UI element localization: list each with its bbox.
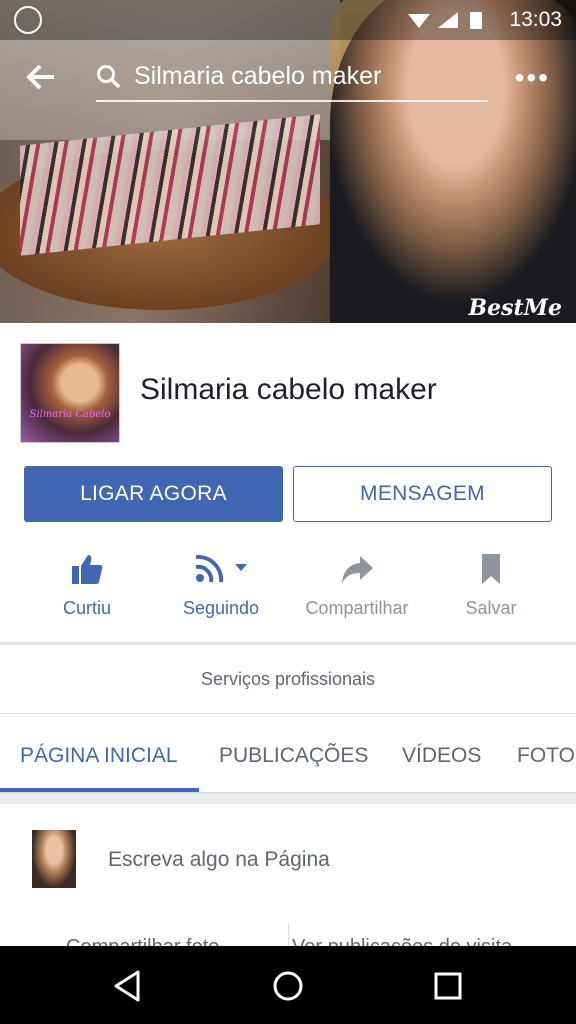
search-query: Silmaria cabelo maker (134, 62, 382, 90)
page-category: Serviços profissionais (0, 645, 576, 714)
bookmark-icon (482, 554, 500, 584)
message-button[interactable]: MENSAGEM (293, 466, 552, 522)
status-time: 13:03 (509, 8, 562, 31)
search-field[interactable]: Silmaria cabelo maker (96, 54, 488, 102)
post-composer[interactable]: Escreva algo na Página (0, 804, 576, 915)
cover-watermark: BestMe (468, 295, 563, 321)
profile-picture-caption: Silmaria Cabelo (29, 409, 111, 420)
tab-videos[interactable]: VÍDEOS (402, 744, 481, 768)
status-bar: 13:03 (0, 0, 576, 40)
message-label: MENSAGEM (360, 482, 485, 505)
save-label: Salvar (465, 598, 517, 618)
user-avatar (32, 830, 76, 888)
tab-home[interactable]: PÁGINA INICIAL (20, 744, 178, 768)
cell-signal-icon (438, 12, 458, 28)
profile-picture[interactable]: Silmaria Cabelo (20, 343, 120, 443)
back-button[interactable] (24, 60, 64, 94)
following-label: Seguindo (182, 598, 260, 618)
page-tabs: PÁGINA INICIAL PUBLICAÇÕES VÍDEOS FOTOS (0, 714, 576, 792)
system-nav-bar (0, 946, 576, 1024)
share-icon (342, 556, 373, 583)
back-arrow-icon (26, 64, 54, 90)
page-title: Silmaria cabelo maker (140, 373, 437, 406)
page-header: Silmaria Cabelo Silmaria cabelo maker LI… (0, 323, 576, 644)
save-action[interactable]: Salvar (419, 550, 563, 642)
more-options-icon[interactable]: ••• (515, 62, 550, 94)
tab-posts[interactable]: PUBLICAÇÕES (219, 744, 368, 768)
call-now-label: LIGAR AGORA (80, 482, 227, 505)
like-label: Curtiu (62, 598, 111, 618)
rss-icon (195, 554, 247, 583)
share-action[interactable]: Compartilhar (285, 550, 429, 642)
like-action[interactable]: Curtiu (15, 550, 159, 642)
back-nav-icon[interactable] (108, 966, 148, 1006)
category-text: Serviços profissionais (200, 669, 376, 689)
signal-icons (408, 12, 482, 29)
call-now-button[interactable]: LIGAR AGORA (24, 466, 283, 522)
action-row: Curtiu Seguindo Compartilhar Salvar (0, 550, 576, 642)
following-action[interactable]: Seguindo (149, 550, 293, 642)
composer-prompt[interactable]: Escreva algo na Página (108, 848, 330, 872)
tab-photos[interactable]: FOTOS (517, 744, 576, 768)
app-notification-icon (14, 6, 42, 34)
header-divider (0, 642, 576, 644)
battery-icon (470, 12, 482, 29)
wifi-icon (408, 14, 430, 28)
thumbs-up-icon (72, 555, 103, 584)
share-label: Compartilhar (305, 598, 409, 618)
home-nav-icon[interactable] (268, 966, 308, 1006)
recents-nav-icon[interactable] (428, 966, 468, 1006)
search-icon (97, 65, 121, 89)
top-bar: Silmaria cabelo maker ••• (0, 48, 576, 106)
